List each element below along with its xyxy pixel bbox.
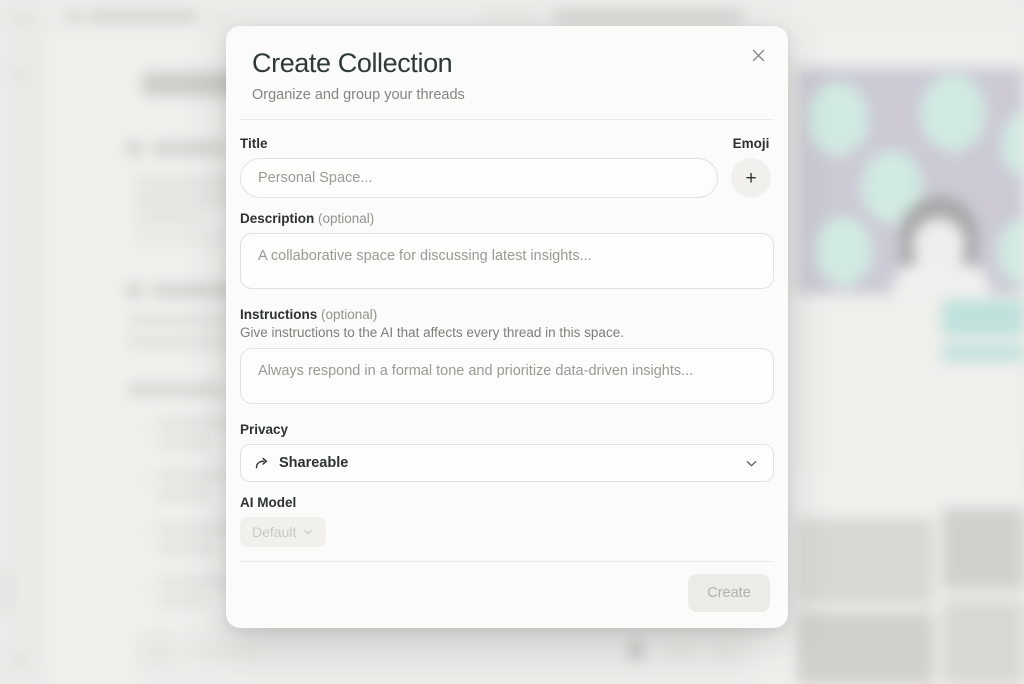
screen: Create Collection Organize and group you… bbox=[0, 0, 1024, 684]
dialog-subtitle: Organize and group your threads bbox=[252, 87, 762, 103]
dialog-body: Title Emoji + Description (optional) Ins… bbox=[226, 120, 788, 561]
dialog-footer: Create bbox=[226, 562, 788, 628]
create-button[interactable]: Create bbox=[688, 574, 770, 612]
instructions-help-text: Give instructions to the AI that affects… bbox=[240, 325, 774, 340]
description-label: Description (optional) bbox=[240, 211, 774, 226]
instructions-label-text: Instructions bbox=[240, 307, 317, 322]
ai-model-label: AI Model bbox=[240, 495, 774, 510]
instructions-field: Instructions (optional) Give instruction… bbox=[240, 307, 774, 409]
privacy-value: Shareable bbox=[279, 455, 348, 471]
instructions-input[interactable] bbox=[240, 348, 774, 404]
description-field: Description (optional) bbox=[240, 211, 774, 294]
title-input[interactable] bbox=[240, 158, 718, 198]
close-icon[interactable] bbox=[746, 43, 770, 67]
instructions-label: Instructions (optional) bbox=[240, 307, 774, 322]
description-optional-text: (optional) bbox=[314, 211, 374, 226]
description-label-text: Description bbox=[240, 211, 314, 226]
share-arrow-icon bbox=[255, 456, 270, 471]
privacy-select[interactable]: Shareable bbox=[240, 444, 774, 482]
dialog-title: Create Collection bbox=[252, 48, 762, 79]
emoji-field: Emoji + bbox=[728, 136, 774, 198]
privacy-field: Privacy Shareable bbox=[240, 422, 774, 482]
chevron-down-icon bbox=[302, 526, 314, 538]
dialog-header: Create Collection Organize and group you… bbox=[226, 26, 788, 119]
add-emoji-button[interactable]: + bbox=[731, 158, 771, 198]
privacy-label: Privacy bbox=[240, 422, 774, 437]
description-input[interactable] bbox=[240, 233, 774, 289]
ai-model-field: AI Model Default bbox=[240, 495, 774, 547]
chevron-down-icon bbox=[744, 456, 759, 471]
ai-model-value: Default bbox=[252, 524, 296, 540]
title-label: Title bbox=[240, 136, 718, 151]
ai-model-select[interactable]: Default bbox=[240, 517, 326, 547]
title-field: Title bbox=[240, 136, 718, 198]
instructions-optional-text: (optional) bbox=[317, 307, 377, 322]
create-collection-dialog: Create Collection Organize and group you… bbox=[226, 26, 788, 628]
title-field-row: Title Emoji + bbox=[240, 136, 774, 198]
plus-icon: + bbox=[745, 169, 756, 188]
emoji-label: Emoji bbox=[733, 136, 770, 151]
